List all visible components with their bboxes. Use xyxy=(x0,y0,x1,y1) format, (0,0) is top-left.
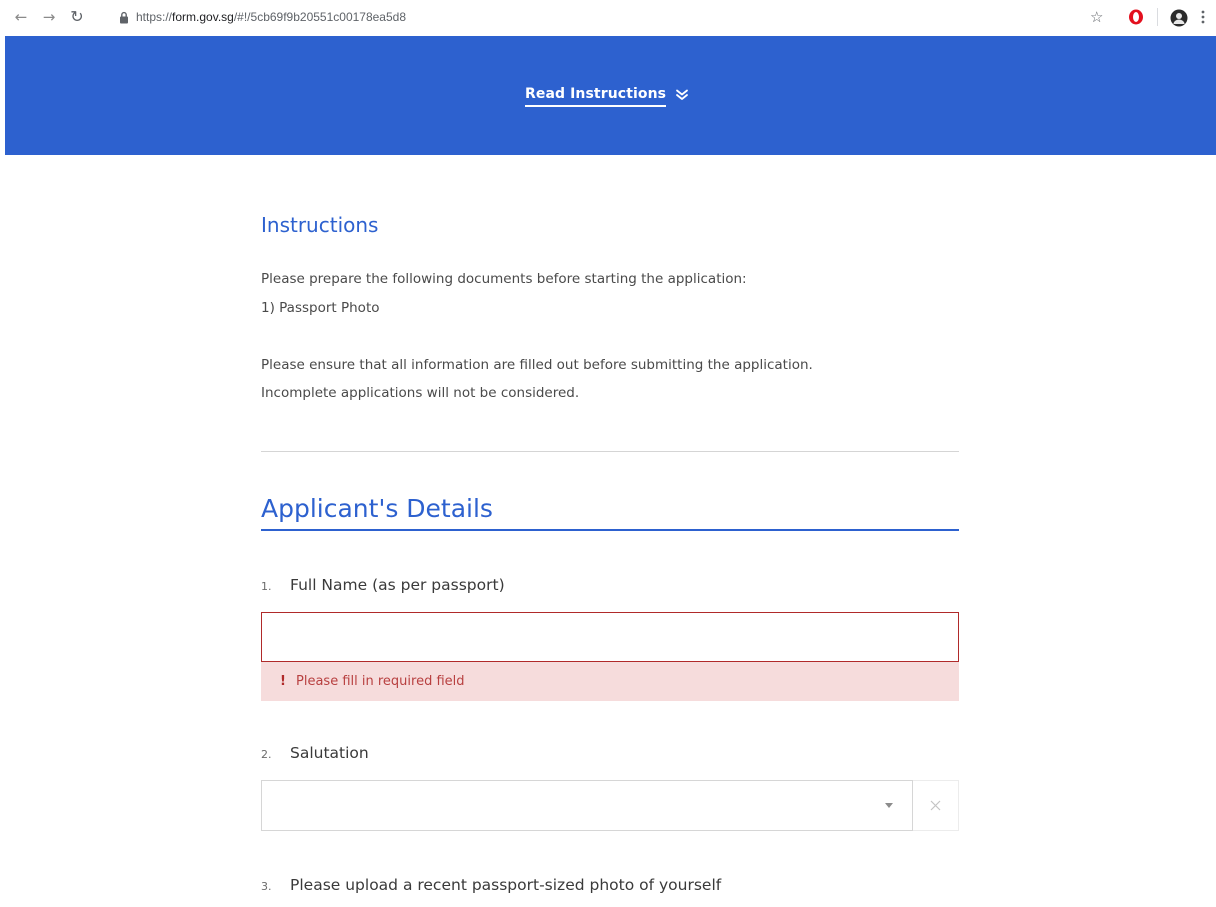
read-instructions-toggle[interactable]: Read Instructions xyxy=(525,86,689,107)
url-host: form.gov.sg xyxy=(172,10,234,24)
url-scheme: https:// xyxy=(136,10,173,24)
read-instructions-label: Read Instructions xyxy=(525,86,667,107)
question-passport-photo: 3. Please upload a recent passport-sized… xyxy=(261,876,721,894)
back-arrow-icon[interactable]: ← xyxy=(10,6,32,28)
salutation-dropdown[interactable] xyxy=(261,780,913,831)
question-label: Full Name (as per passport) xyxy=(290,576,505,594)
instruction-line: Incomplete applications will not be cons… xyxy=(261,385,580,401)
instruction-line: Please prepare the following documents b… xyxy=(261,271,747,287)
instructions-title: Instructions xyxy=(261,213,379,237)
error-text: Please fill in required field xyxy=(296,674,465,689)
reload-icon[interactable]: ↻ xyxy=(66,6,88,28)
full-name-input[interactable] xyxy=(261,612,959,662)
instruction-line: 1) Passport Photo xyxy=(261,300,380,316)
lock-icon xyxy=(120,11,128,24)
question-full-name: 1. Full Name (as per passport) xyxy=(261,576,505,594)
question-label: Please upload a recent passport-sized ph… xyxy=(290,876,722,894)
question-salutation: 2. Salutation xyxy=(261,744,369,762)
clear-salutation-button[interactable] xyxy=(913,780,959,831)
section-title-applicant-details: Applicant's Details xyxy=(261,494,959,531)
forward-arrow-icon[interactable]: → xyxy=(38,6,60,28)
exclamation-icon: ! xyxy=(280,674,286,689)
full-name-error-message: ! Please fill in required field xyxy=(261,662,959,701)
close-icon xyxy=(930,800,941,811)
question-number: 3. xyxy=(261,880,272,893)
double-chevron-down-icon xyxy=(676,89,689,100)
instruction-line: Please ensure that all information are f… xyxy=(261,357,813,373)
question-label: Salutation xyxy=(290,744,369,762)
url-path: /#!/5cb69f9b20551c00178ea5d8 xyxy=(233,10,407,24)
kebab-menu-icon[interactable] xyxy=(1200,9,1206,25)
question-number: 2. xyxy=(261,748,272,761)
dropdown-arrow-icon xyxy=(885,803,893,808)
browser-toolbar: ← → ↻ https://form.gov.sg/#!/5cb69f9b205… xyxy=(0,0,1216,36)
opera-icon[interactable] xyxy=(1128,9,1144,25)
star-icon[interactable]: ☆ xyxy=(1090,8,1103,26)
question-number: 1. xyxy=(261,580,272,593)
profile-icon[interactable] xyxy=(1170,9,1188,27)
section-divider xyxy=(261,451,959,452)
address-bar-url[interactable]: https://form.gov.sg/#!/5cb69f9b20551c001… xyxy=(136,10,406,24)
toolbar-separator xyxy=(1157,8,1158,26)
